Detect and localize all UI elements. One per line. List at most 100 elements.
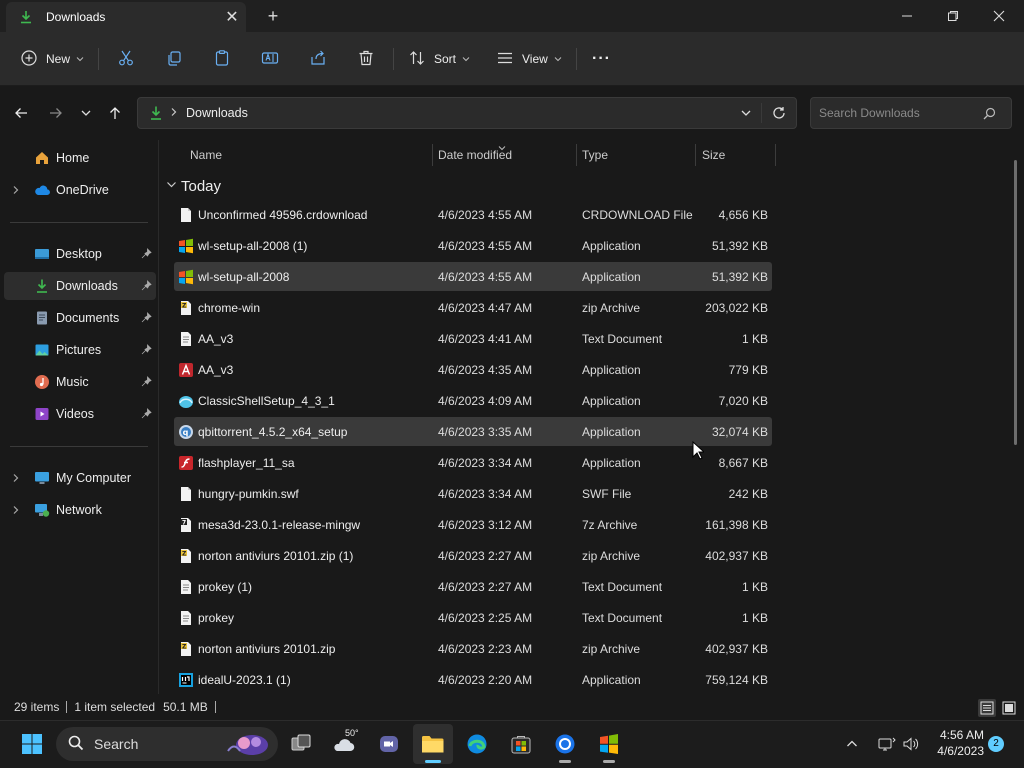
taskbar-clock[interactable]: 4:56 AM 4/6/2023 <box>928 727 984 759</box>
search-box[interactable] <box>810 97 1012 129</box>
start-button[interactable] <box>12 724 52 764</box>
details-view-button[interactable] <box>978 699 996 717</box>
up-button[interactable] <box>103 100 127 128</box>
taskbar-app-file-explorer[interactable] <box>413 724 453 764</box>
more-options-button[interactable]: ··· <box>592 32 611 86</box>
taskbar-app-edge[interactable] <box>457 724 497 764</box>
table-row[interactable]: AA_v3 4/6/2023 4:35 AM Application 779 KB <box>174 355 772 384</box>
sidebar-item-my-computer[interactable]: My Computer <box>4 464 156 492</box>
column-resize-handle[interactable] <box>432 144 433 166</box>
notification-badge[interactable]: 2 <box>988 736 1004 752</box>
table-row[interactable]: prokey 4/6/2023 2:25 AM Text Document 1 KB <box>174 603 772 632</box>
search-input[interactable] <box>819 106 979 120</box>
table-row[interactable]: prokey (1) 4/6/2023 2:27 AM Text Document 1… <box>174 572 772 601</box>
table-row[interactable]: 7 mesa3d-23.0.1-release-mingw 4/6/2023 3:1… <box>174 510 772 539</box>
rename-button[interactable] <box>261 32 279 86</box>
chevron-right-icon[interactable] <box>12 184 22 196</box>
address-history-button[interactable] <box>731 107 761 119</box>
column-header-size[interactable]: Size <box>702 140 725 170</box>
table-row[interactable]: hungry-pumkin.swf 4/6/2023 3:34 AM SWF Fil… <box>174 479 772 508</box>
large-icons-view-button[interactable] <box>1000 699 1018 717</box>
recent-locations-button[interactable] <box>74 100 98 128</box>
breadcrumb-downloads[interactable]: Downloads <box>186 106 731 120</box>
forward-button[interactable] <box>44 100 68 128</box>
table-row[interactable]: Znorton antiviurs 20101.zip (1) 4/6/2023 … <box>174 541 772 570</box>
sidebar-item-desktop[interactable]: Desktop <box>4 240 156 268</box>
sidebar-item-pictures[interactable]: Pictures <box>4 336 156 364</box>
paste-button[interactable] <box>213 32 231 86</box>
column-header-name[interactable]: Name <box>190 140 222 170</box>
table-row[interactable]: idealU-2023.1 (1) 4/6/2023 2:20 AM Applica… <box>174 665 772 694</box>
pin-icon[interactable] <box>141 376 152 387</box>
tiles-view-icon <box>1002 701 1016 715</box>
column-resize-handle[interactable] <box>695 144 696 166</box>
table-row[interactable]: Unconfirmed 49596.crdownload 4/6/2023 4:5… <box>174 200 772 229</box>
windows-logo-icon <box>178 238 194 254</box>
tab-close-button[interactable]: ✕ <box>218 7 246 27</box>
taskbar-app-browser[interactable] <box>545 724 585 764</box>
selection-size: 50.1 MB <box>163 700 208 714</box>
pin-icon[interactable] <box>141 248 152 259</box>
pin-icon[interactable] <box>141 408 152 419</box>
pin-icon[interactable] <box>141 312 152 323</box>
file-date: 4/6/2023 4:35 AM <box>438 362 533 377</box>
address-bar[interactable]: Downloads <box>137 97 797 129</box>
view-button[interactable]: View <box>496 32 562 86</box>
sidebar-item-label: Home <box>56 151 90 165</box>
taskbar-app-teams[interactable] <box>369 724 409 764</box>
restore-button[interactable] <box>930 0 976 32</box>
sidebar-item-downloads[interactable]: Downloads <box>4 272 156 300</box>
share-button[interactable] <box>309 32 327 86</box>
taskbar-search[interactable]: Search <box>56 727 278 761</box>
search-icon[interactable] <box>979 107 999 120</box>
pane-divider[interactable] <box>158 140 159 694</box>
active-indicator <box>425 760 441 763</box>
column-header-type[interactable]: Type <box>582 140 608 170</box>
file-size: 1 KB <box>741 610 768 625</box>
sidebar-item-documents[interactable]: Documents <box>4 304 156 332</box>
sidebar-item-onedrive[interactable]: OneDrive <box>4 176 156 204</box>
vertical-scrollbar[interactable] <box>1014 160 1017 445</box>
close-button[interactable] <box>976 0 1022 32</box>
sidebar-item-network[interactable]: Network <box>4 496 156 524</box>
sort-button[interactable]: Sort <box>408 32 470 86</box>
quick-settings-button[interactable] <box>870 724 928 764</box>
table-row[interactable]: q qbittorrent_4.5.2_x64_setup 4/6/2023 3:3… <box>174 417 772 446</box>
new-tab-button[interactable]: + <box>262 4 284 28</box>
chevron-right-icon[interactable] <box>12 504 22 516</box>
clock-time: 4:56 AM <box>939 728 984 742</box>
sidebar-item-videos[interactable]: Videos <box>4 400 156 428</box>
taskbar-app-installer[interactable] <box>589 724 629 764</box>
table-row[interactable]: flashplayer_11_sa 4/6/2023 3:34 AM Applica… <box>174 448 772 477</box>
chevron-right-icon[interactable] <box>12 472 22 484</box>
back-button[interactable] <box>9 100 33 128</box>
taskbar-app-store[interactable] <box>501 724 541 764</box>
sidebar-item-music[interactable]: Music <box>4 368 156 396</box>
svg-text:q: q <box>183 428 189 437</box>
minimize-button[interactable] <box>884 0 930 32</box>
table-row[interactable]: wl-setup-all-2008 4/6/2023 4:55 AM Applica… <box>174 262 772 291</box>
column-resize-handle[interactable] <box>576 144 577 166</box>
show-hidden-icons-button[interactable] <box>834 724 870 764</box>
table-row[interactable]: Znorton antiviurs 20101.zip 4/6/2023 2:23… <box>174 634 772 663</box>
table-row[interactable]: AA_v3 4/6/2023 4:41 AM Text Document 1 KB <box>174 324 772 353</box>
pin-icon[interactable] <box>141 344 152 355</box>
table-row[interactable]: ClassicShellSetup_4_3_1 4/6/2023 4:09 AM A… <box>174 386 772 415</box>
table-row[interactable]: wl-setup-all-2008 (1) 4/6/2023 4:55 AM App… <box>174 231 772 260</box>
cut-button[interactable] <box>117 32 135 86</box>
column-resize-handle[interactable] <box>775 144 776 166</box>
tab-downloads[interactable]: Downloads ✕ <box>6 2 246 32</box>
sidebar-item-home[interactable]: Home <box>4 144 156 172</box>
file-type: Application <box>582 269 641 284</box>
pin-icon[interactable] <box>141 280 152 291</box>
group-header-today[interactable]: Today <box>166 176 221 196</box>
refresh-button[interactable] <box>762 106 796 120</box>
file-size: 8,667 KB <box>718 455 768 470</box>
widgets-button[interactable]: 50° <box>325 724 365 764</box>
copy-button[interactable] <box>165 32 183 86</box>
new-button[interactable]: New <box>20 32 84 86</box>
delete-button[interactable] <box>357 32 375 86</box>
breadcrumb-chevron-icon <box>170 106 178 120</box>
table-row[interactable]: Zchrome-win 4/6/2023 4:47 AM zip Archive 20… <box>174 293 772 322</box>
task-view-button[interactable] <box>281 724 321 764</box>
